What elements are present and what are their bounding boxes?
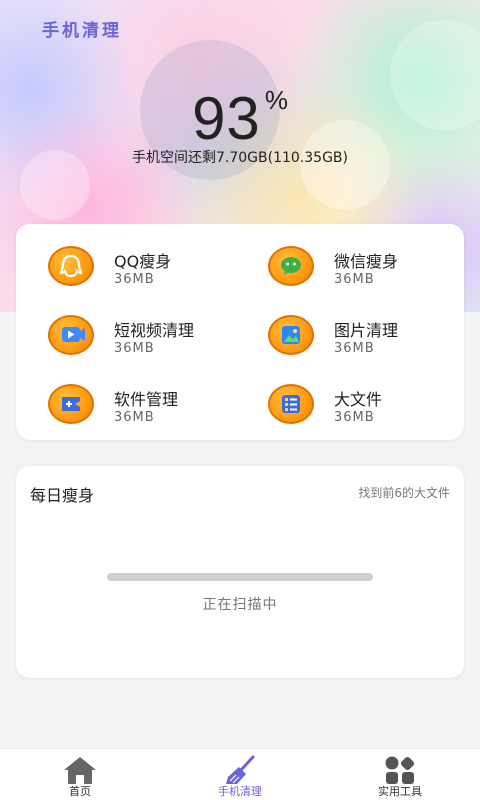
storage-percent: 93%	[0, 84, 480, 153]
tool-size: 36MB	[114, 410, 155, 425]
tool-app-manager[interactable]: 软件管理 36MB	[48, 380, 248, 432]
bottom-tab-bar: 首页 手机清理 实用工具	[0, 748, 480, 800]
app-title: 手机清理	[42, 21, 122, 41]
tool-name: QQ瘦身	[114, 252, 172, 271]
tool-name: 软件管理	[114, 390, 179, 409]
daily-slim-title: 每日瘦身	[30, 486, 95, 505]
tool-name: 大文件	[334, 390, 383, 409]
tab-utilities[interactable]: 实用工具	[340, 749, 460, 800]
wechat-icon	[268, 246, 314, 286]
tool-image-clean[interactable]: 图片清理 36MB	[268, 311, 468, 363]
tab-label: 实用工具	[378, 785, 422, 798]
tool-size: 36MB	[334, 272, 375, 287]
storage-remaining-text: 手机空间还剩7.70GB(110.35GB)	[132, 150, 348, 166]
home-icon	[64, 757, 96, 784]
storage-percent-value: 93	[192, 85, 261, 152]
tab-label: 手机清理	[218, 785, 262, 798]
scan-progress-bar	[107, 573, 373, 581]
tool-qq-slim[interactable]: QQ瘦身 36MB	[48, 242, 248, 294]
broom-icon	[226, 755, 255, 784]
scan-progress-fill	[107, 573, 373, 581]
image-icon	[268, 315, 314, 355]
qq-icon	[48, 246, 94, 286]
tab-home[interactable]: 首页	[20, 749, 140, 800]
tool-size: 36MB	[114, 341, 155, 356]
tab-phone-clean[interactable]: 手机清理	[180, 749, 300, 800]
tool-wechat-slim[interactable]: 微信瘦身 36MB	[268, 242, 468, 294]
percent-sign: %	[264, 85, 288, 115]
scan-status-text: 正在扫描中	[202, 597, 278, 613]
daily-slim-card[interactable]: 每日瘦身 找到前6的大文件 正在扫描中	[16, 466, 464, 678]
tab-label: 首页	[69, 785, 91, 798]
tool-name: 短视频清理	[114, 321, 195, 340]
tool-size: 36MB	[334, 410, 375, 425]
cleanup-tools-card: QQ瘦身 36MB 微信瘦身 36MB 短视频清理 36MB 图片清理 36MB…	[16, 224, 464, 440]
tool-size: 36MB	[334, 341, 375, 356]
tool-name: 图片清理	[334, 321, 399, 340]
video-icon	[48, 315, 94, 355]
daily-slim-subtitle: 找到前6的大文件	[358, 486, 450, 500]
file-list-icon	[268, 384, 314, 424]
tool-large-files[interactable]: 大文件 36MB	[268, 380, 468, 432]
tool-name: 微信瘦身	[334, 252, 399, 271]
tool-size: 36MB	[114, 272, 155, 287]
tools-grid-icon	[385, 756, 415, 784]
gamepad-icon	[48, 384, 94, 424]
tool-short-video-clean[interactable]: 短视频清理 36MB	[48, 311, 248, 363]
